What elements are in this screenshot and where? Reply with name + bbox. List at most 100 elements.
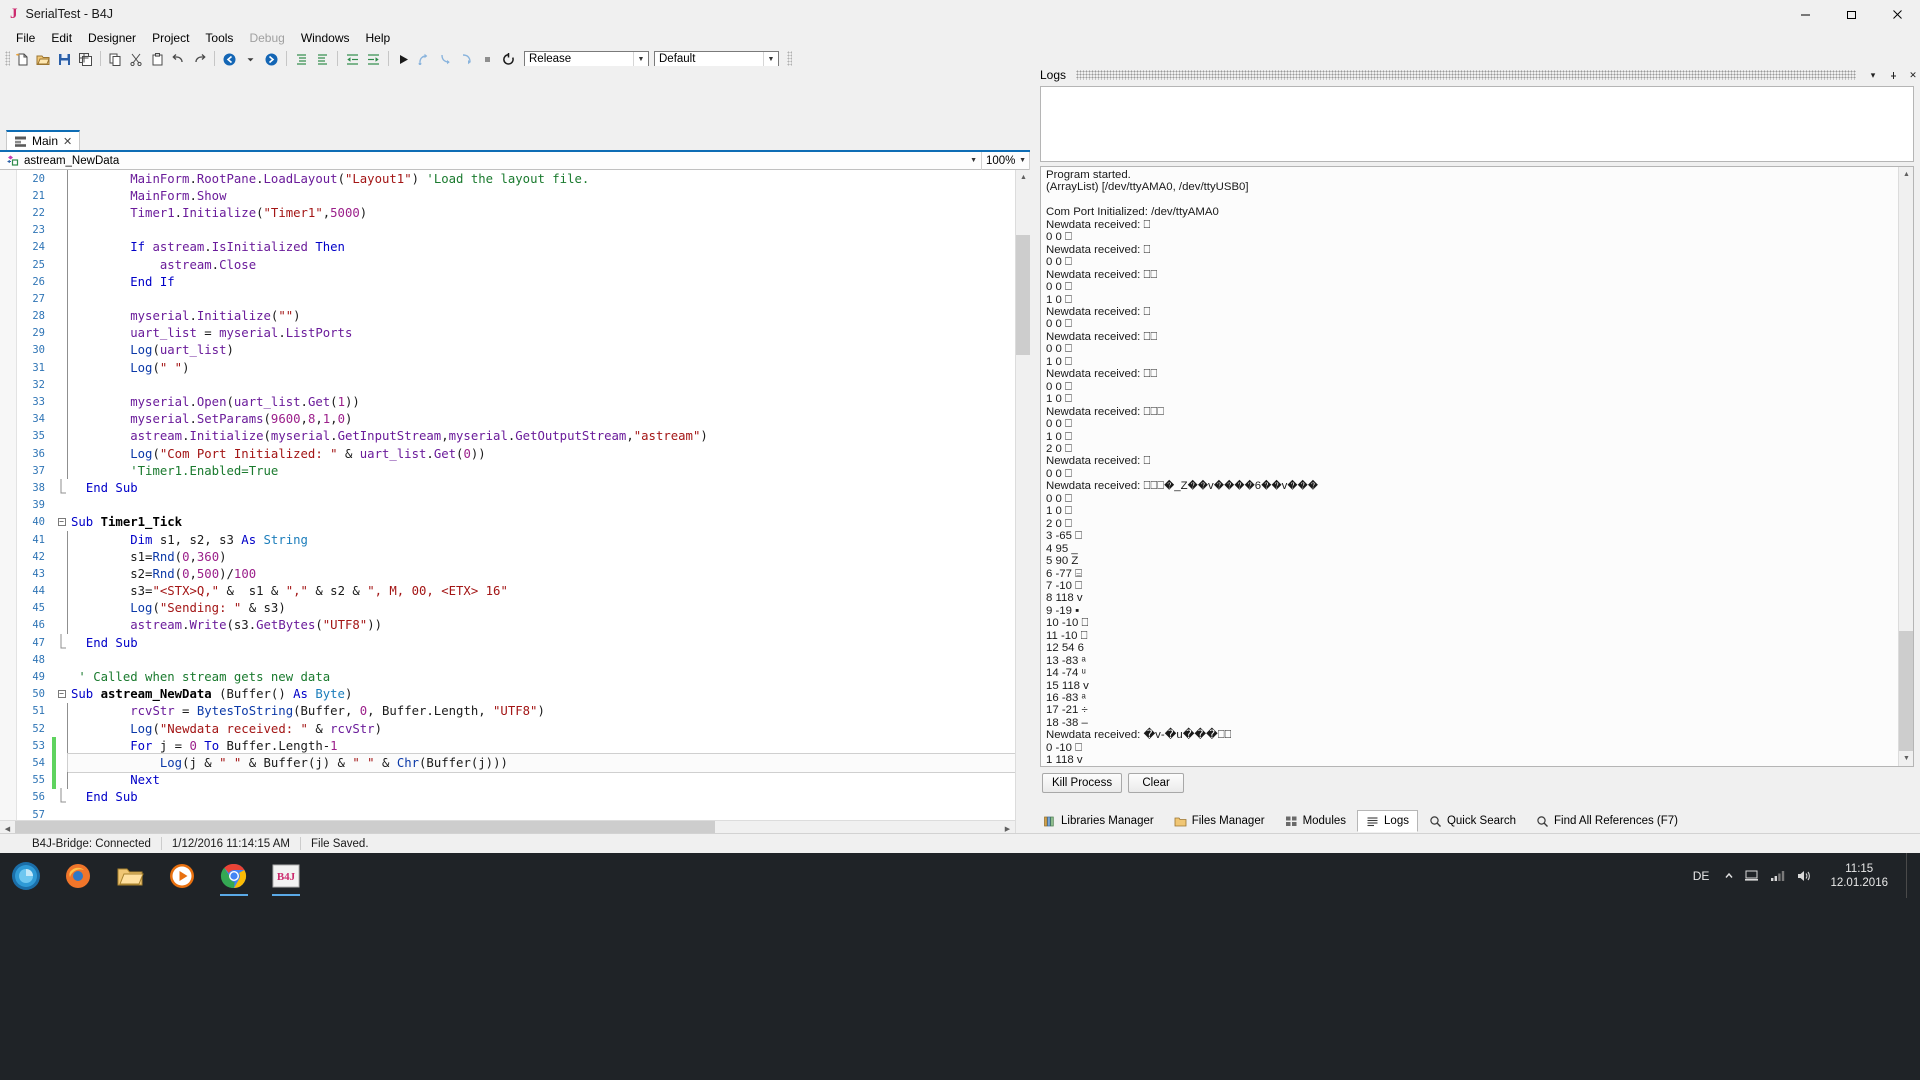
menu-help[interactable]: Help xyxy=(358,28,399,48)
code-editor[interactable]: 20 MainForm.RootPane.LoadLayout("Layout1… xyxy=(0,170,1030,886)
code-line[interactable]: 37 'Timer1.Enabled=True xyxy=(17,462,1030,479)
logs-vertical-scrollbar[interactable]: ▲ ▼ xyxy=(1898,167,1913,766)
code-line[interactable]: 28 myserial.Initialize("") xyxy=(17,308,1030,325)
zoom-select[interactable]: 100% ▼ xyxy=(982,152,1030,170)
code-line[interactable]: 43 s2=Rnd(0,500)/100 xyxy=(17,565,1030,582)
code-line[interactable]: 54 Log(j & " " & Buffer(j) & " " & Chr(B… xyxy=(17,754,1030,771)
code-line[interactable]: 25 astream.Close xyxy=(17,256,1030,273)
code-text: s3="<STX>Q," & s1 & "," & s2 & ", M, 00,… xyxy=(68,584,1030,598)
member-select[interactable]: astream_NewData ▼ xyxy=(0,152,982,170)
code-line[interactable]: 45 Log("Sending: " & s3) xyxy=(17,600,1030,617)
maximize-icon[interactable] xyxy=(1828,0,1874,28)
code-line[interactable]: 21 MainForm.Show xyxy=(17,187,1030,204)
code-line[interactable]: 36 Log("Com Port Initialized: " & uart_l… xyxy=(17,445,1030,462)
code-line[interactable]: 26 End If xyxy=(17,273,1030,290)
code-line[interactable]: 35 astream.Initialize(myserial.GetInputS… xyxy=(17,428,1030,445)
taskbar-media-player[interactable] xyxy=(156,853,208,898)
code-line[interactable]: 56 End Sub xyxy=(17,789,1030,806)
scrollbar-thumb[interactable] xyxy=(1016,235,1030,355)
tab-files-manager[interactable]: Files Manager xyxy=(1165,810,1274,832)
code-line[interactable]: 42 s1=Rnd(0,360) xyxy=(17,548,1030,565)
scrollbar-thumb[interactable] xyxy=(1899,631,1913,751)
code-line[interactable]: 53 For j = 0 To Buffer.Length-1 xyxy=(17,737,1030,754)
menu-windows[interactable]: Windows xyxy=(293,28,358,48)
code-lines-container[interactable]: 20 MainForm.RootPane.LoadLayout("Layout1… xyxy=(17,170,1030,886)
code-line[interactable]: 41 Dim s1, s2, s3 As String xyxy=(17,531,1030,548)
tab-libraries-manager[interactable]: Libraries Manager xyxy=(1034,810,1163,832)
tray-clock[interactable]: 11:15 12.01.2016 xyxy=(1822,862,1896,890)
code-line[interactable]: 23 xyxy=(17,222,1030,239)
taskbar-b4j[interactable]: B4J xyxy=(260,853,312,898)
code-line[interactable]: 29 uart_list = myserial.ListPorts xyxy=(17,325,1030,342)
toolbar-grip-end[interactable] xyxy=(787,51,792,67)
tab-quick-search[interactable]: Quick Search xyxy=(1420,810,1525,832)
network-icon[interactable] xyxy=(1745,869,1760,882)
signal-icon[interactable] xyxy=(1770,869,1786,882)
code-line[interactable]: 46 astream.Write(s3.GetBytes("UTF8")) xyxy=(17,617,1030,634)
taskbar-chrome[interactable] xyxy=(208,853,260,898)
menu-tools[interactable]: Tools xyxy=(197,28,241,48)
volume-icon[interactable] xyxy=(1796,869,1812,883)
code-line[interactable]: 47 End Sub xyxy=(17,634,1030,651)
menu-edit[interactable]: Edit xyxy=(43,28,80,48)
code-line[interactable]: 48 xyxy=(17,651,1030,668)
code-line[interactable]: 33 myserial.Open(uart_list.Get(1)) xyxy=(17,393,1030,410)
scroll-up-icon[interactable]: ▲ xyxy=(1016,170,1031,185)
clear-logs-button[interactable]: Clear xyxy=(1128,773,1184,793)
code-line[interactable]: 51 rcvStr = BytesToString(Buffer, 0, Buf… xyxy=(17,703,1030,720)
close-icon[interactable]: ✕ xyxy=(1906,70,1920,81)
code-line[interactable]: 22 Timer1.Initialize("Timer1",5000) xyxy=(17,204,1030,221)
logs-filter-box[interactable] xyxy=(1040,86,1914,162)
close-icon[interactable]: ✕ xyxy=(63,135,72,148)
tab-find-all-references[interactable]: Find All References (F7) xyxy=(1527,810,1687,832)
fold-collapse-icon[interactable]: − xyxy=(56,690,67,698)
menu-designer[interactable]: Designer xyxy=(80,28,144,48)
bookmark-gutter[interactable] xyxy=(0,170,17,886)
code-line[interactable]: 52 Log("Newdata received: " & rcvStr) xyxy=(17,720,1030,737)
code-line[interactable]: 32 xyxy=(17,376,1030,393)
code-line[interactable]: 24 If astream.IsInitialized Then xyxy=(17,239,1030,256)
menu-project[interactable]: Project xyxy=(144,28,197,48)
scroll-down-icon[interactable]: ▼ xyxy=(1899,751,1914,766)
taskbar-explorer[interactable] xyxy=(104,853,156,898)
fold-collapse-icon[interactable]: − xyxy=(56,518,67,526)
code-line[interactable]: 30 Log(uart_list) xyxy=(17,342,1030,359)
code-line[interactable]: 38 End Sub xyxy=(17,479,1030,496)
code-line[interactable]: 40−Sub Timer1_Tick xyxy=(17,514,1030,531)
code-line[interactable]: 27 xyxy=(17,290,1030,307)
minimize-icon[interactable] xyxy=(1782,0,1828,28)
code-line[interactable]: 39 xyxy=(17,497,1030,514)
code-line[interactable]: 55 Next xyxy=(17,772,1030,789)
change-indicator xyxy=(52,651,56,668)
taskbar-firefox[interactable] xyxy=(52,853,104,898)
menu-file[interactable]: File xyxy=(8,28,43,48)
build-configuration-select[interactable]: Release ▼ xyxy=(524,51,649,68)
editor-tab-main[interactable]: Main ✕ xyxy=(6,130,80,150)
editor-vertical-scrollbar[interactable]: ▲ ▼ xyxy=(1015,170,1030,886)
scroll-up-icon[interactable]: ▲ xyxy=(1899,167,1914,182)
show-desktop-button[interactable] xyxy=(1906,853,1914,898)
panel-drag-handle[interactable] xyxy=(1076,70,1856,80)
code-line[interactable]: 44 s3="<STX>Q," & s1 & "," & s2 & ", M, … xyxy=(17,583,1030,600)
tray-language[interactable]: DE xyxy=(1689,869,1714,883)
code-line[interactable]: 50−Sub astream_NewData (Buffer() As Byte… xyxy=(17,686,1030,703)
panel-menu-icon[interactable]: ▾ xyxy=(1866,70,1880,81)
start-icon[interactable] xyxy=(0,853,52,898)
change-indicator xyxy=(52,497,56,514)
code-line[interactable]: 31 Log(" ") xyxy=(17,359,1030,376)
tab-logs[interactable]: Logs xyxy=(1357,810,1418,832)
code-line[interactable]: 49 ' Called when stream gets new data xyxy=(17,668,1030,685)
code-line[interactable]: 20 MainForm.RootPane.LoadLayout("Layout1… xyxy=(17,170,1030,187)
logs-output-text: Program started. (ArrayList) [/dev/ttyAM… xyxy=(1041,167,1898,766)
close-icon[interactable] xyxy=(1874,0,1920,28)
toolbar-grip[interactable] xyxy=(5,51,10,67)
kill-process-button[interactable]: Kill Process xyxy=(1042,773,1122,793)
show-hidden-icon[interactable] xyxy=(1723,870,1735,882)
device-target-select[interactable]: Default ▼ xyxy=(654,51,779,68)
tab-modules[interactable]: Modules xyxy=(1276,810,1355,832)
code-line[interactable]: 34 myserial.SetParams(9600,8,1,0) xyxy=(17,411,1030,428)
logs-output-box[interactable]: Program started. (ArrayList) [/dev/ttyAM… xyxy=(1040,166,1914,767)
code-text: Dim s1, s2, s3 As String xyxy=(68,533,1030,547)
pin-icon[interactable] xyxy=(1886,71,1900,80)
code-text: Next xyxy=(68,773,1030,787)
